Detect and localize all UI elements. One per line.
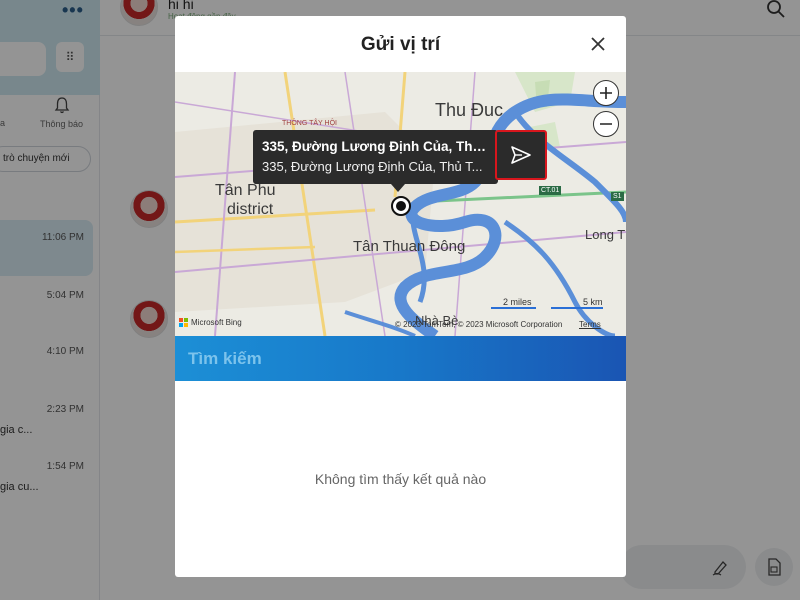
location-pin-icon[interactable] [391, 196, 411, 216]
map-label-long-t: Long T [585, 227, 626, 242]
map-copyright: © 2023 TomTom, © 2023 Microsoft Corporat… [395, 320, 563, 329]
callout-address-title: 335, Đường Lương Định Của, Thủ ... [262, 139, 492, 154]
zoom-out-button[interactable] [593, 111, 619, 137]
map-scale: 2 miles 5 km [491, 294, 603, 316]
plus-icon [600, 87, 612, 99]
send-icon [511, 146, 531, 164]
attribution-text: Microsoft Bing [191, 318, 242, 327]
send-location-button[interactable] [495, 130, 547, 180]
zoom-in-button[interactable] [593, 80, 619, 106]
road-shield-s1: S1 [611, 192, 624, 201]
location-search-bar [175, 336, 626, 381]
road-shield-ct01: CT.01 [539, 186, 562, 195]
location-search-input[interactable] [175, 336, 626, 381]
map-view[interactable]: Thu Đuc Tân Phu district Tân Thuan Đông … [175, 72, 626, 336]
send-location-dialog: Gửi vị trí Thu Đuc Tân Phu district Tân … [175, 16, 626, 577]
map-attribution: Microsoft Bing [179, 318, 242, 327]
map-label-district: district [227, 201, 274, 218]
close-icon[interactable] [590, 36, 606, 52]
map-label-thu-duc: Thu Đuc [435, 100, 504, 120]
location-callout: 335, Đường Lương Định Của, Thủ ... 335, … [253, 130, 498, 192]
map-label-tan-thuan-dong: Tân Thuan Đông [353, 238, 466, 255]
terms-link[interactable]: Terms [579, 320, 601, 329]
dialog-title: Gửi vị trí [360, 34, 441, 55]
map-label-thong-tay-hoi: THÔNG TÂY HỘI [282, 120, 337, 127]
callout-address-subtitle: 335, Đường Lương Định Của, Thủ T... [262, 159, 483, 174]
map-label-tan-phu: Tân Phu [215, 182, 276, 199]
microsoft-logo-icon [179, 318, 188, 327]
minus-icon [600, 123, 612, 125]
no-results-text: Không tìm thấy kết quả nào [314, 471, 487, 487]
scale-bar [491, 307, 603, 309]
